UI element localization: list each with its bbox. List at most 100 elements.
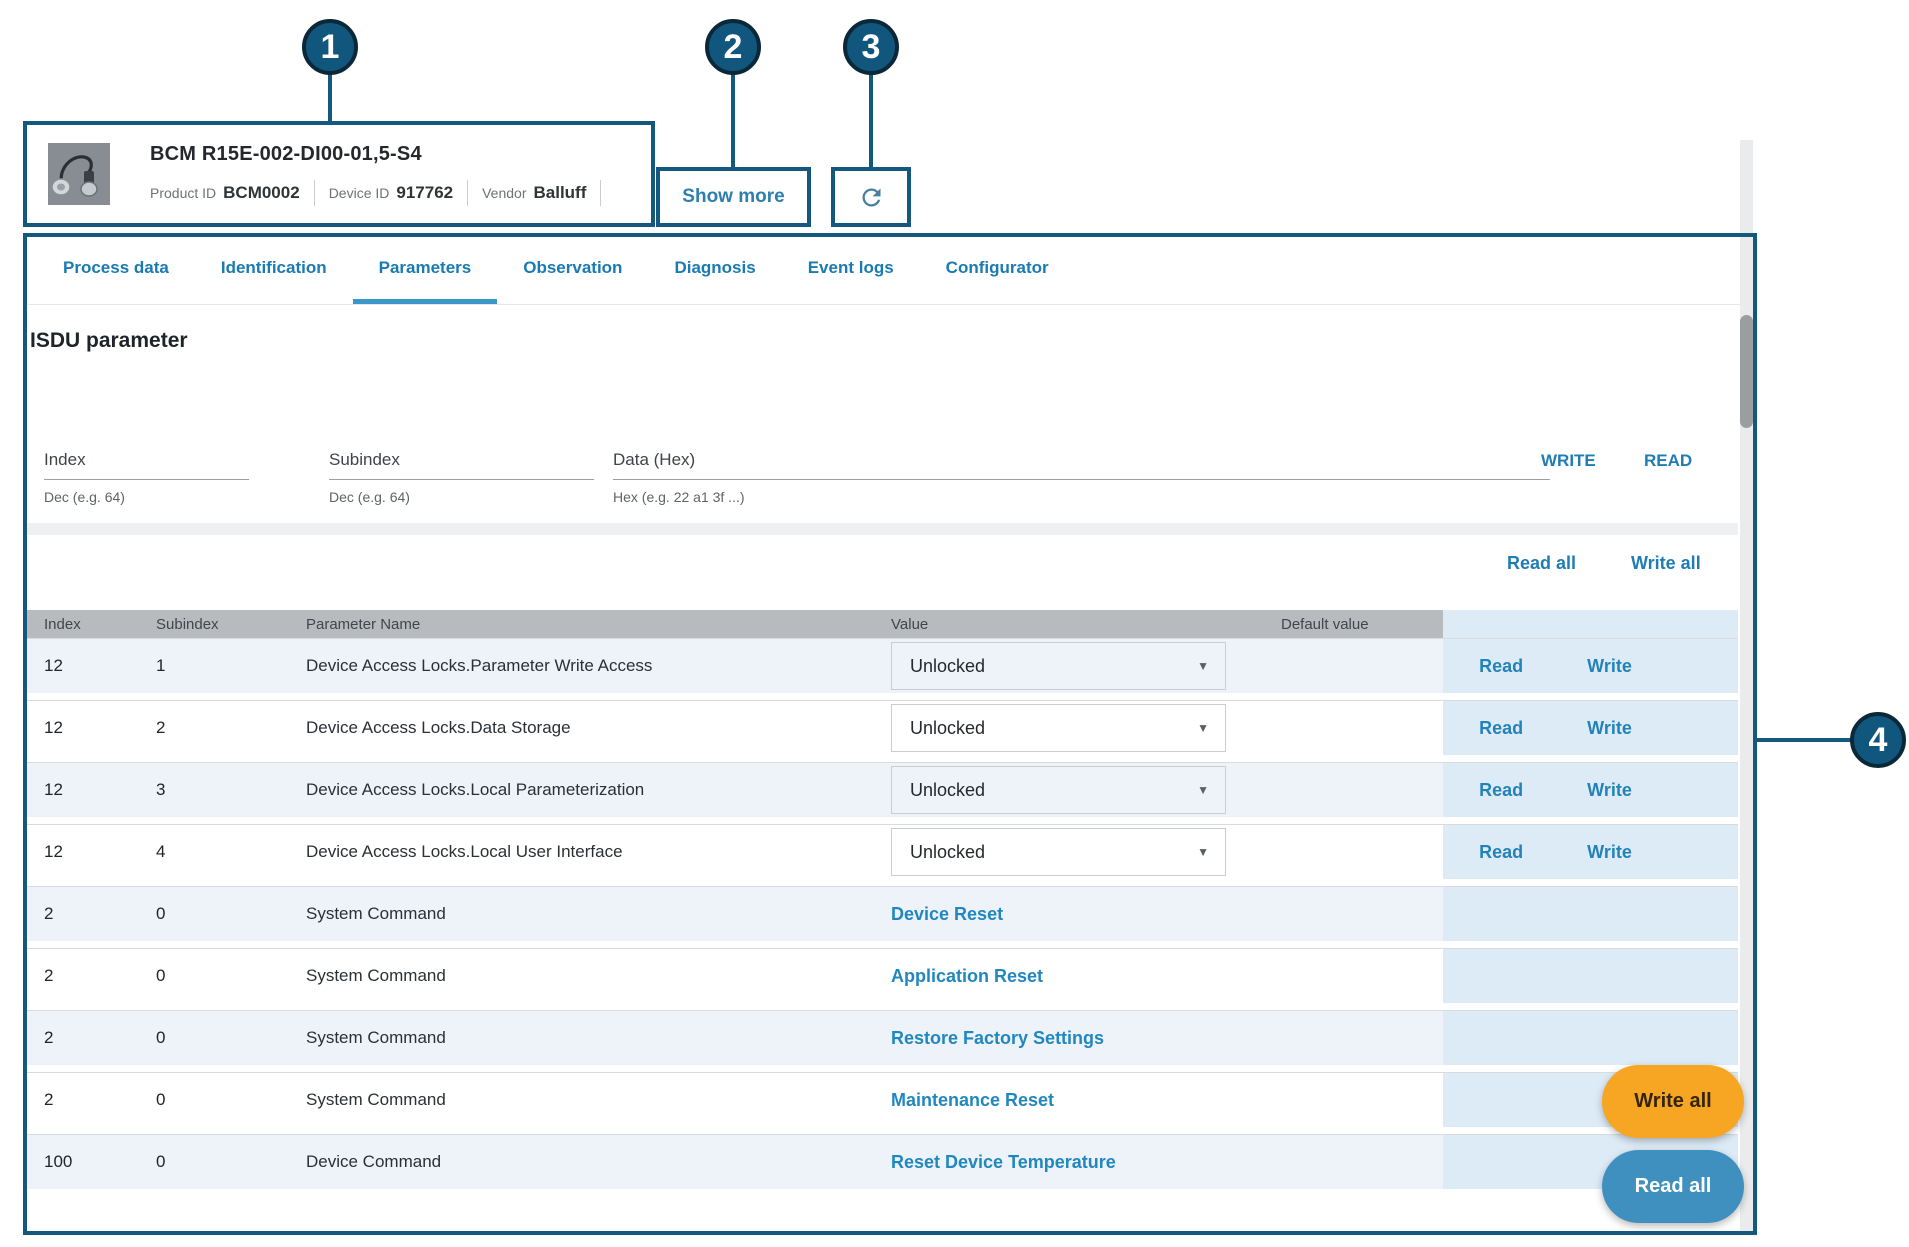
field-hint: Dec (e.g. 64): [329, 489, 594, 505]
product-id-label: Product ID: [150, 185, 216, 201]
table-row: 1000Device CommandReset Device Temperatu…: [26, 1134, 1738, 1189]
device-meta-row: Product ID BCM0002 Device ID 917762 Vend…: [150, 180, 615, 206]
cell-subindex: 0: [156, 1028, 306, 1048]
command-link[interactable]: Reset Device Temperature: [891, 1152, 1281, 1173]
command-link[interactable]: Restore Factory Settings: [891, 1028, 1281, 1049]
cell-index: 12: [26, 780, 156, 800]
tab-process-data[interactable]: Process data: [37, 237, 195, 304]
value-dropdown[interactable]: Unlocked▼: [891, 828, 1226, 876]
cell-value: Application Reset: [891, 966, 1281, 987]
cell-index: 100: [26, 1152, 156, 1172]
cell-parameter-name: System Command: [306, 1090, 891, 1110]
scrollbar-track[interactable]: [1740, 140, 1753, 1233]
command-link[interactable]: Application Reset: [891, 966, 1281, 987]
table-row: 121Device Access Locks.Parameter Write A…: [26, 638, 1738, 693]
value-dropdown-text: Unlocked: [910, 780, 985, 801]
cell-index: 12: [26, 656, 156, 676]
cell-actions: Read Write: [1443, 825, 1738, 879]
row-write-button[interactable]: Write: [1587, 718, 1632, 739]
field-input[interactable]: [613, 479, 1550, 480]
value-dropdown[interactable]: Unlocked ▼: [891, 766, 1226, 814]
row-write-button[interactable]: Write: [1587, 656, 1632, 677]
vendor-label: Vendor: [482, 185, 526, 201]
cell-actions: [1443, 949, 1738, 1003]
device-title: BCM R15E-002-DI00-01,5-S4: [150, 143, 615, 166]
row-write-button[interactable]: Write: [1587, 842, 1632, 863]
show-more-button[interactable]: Show more: [660, 167, 807, 227]
cell-parameter-name: Device Access Locks.Local Parameterizati…: [306, 780, 891, 800]
cell-index: 12: [26, 842, 156, 862]
cell-value: Restore Factory Settings: [891, 1028, 1281, 1049]
command-link[interactable]: Maintenance Reset: [891, 1090, 1281, 1111]
cell-subindex: 0: [156, 966, 306, 986]
table-row: 123Device Access Locks.Local Parameteriz…: [26, 762, 1738, 817]
isdu-field-data-hex-: Data (Hex)Hex (e.g. 22 a1 3f ...): [613, 447, 1550, 505]
read-all-fab[interactable]: Read all: [1602, 1150, 1744, 1223]
isdu-field-index: Index Dec (e.g. 64): [44, 447, 249, 505]
field-input[interactable]: [329, 479, 594, 480]
tab-parameters[interactable]: Parameters: [353, 237, 498, 304]
row-read-button[interactable]: Read: [1479, 718, 1523, 739]
device-photo: [48, 143, 110, 205]
table-body: 121Device Access Locks.Parameter Write A…: [26, 638, 1738, 1189]
row-write-button[interactable]: Write: [1587, 780, 1632, 801]
value-dropdown[interactable]: Unlocked▼: [891, 704, 1226, 752]
cell-subindex: 0: [156, 1090, 306, 1110]
table-row: 122Device Access Locks.Data StorageUnloc…: [26, 700, 1738, 755]
cell-subindex: 0: [156, 904, 306, 924]
column-header-index: Index: [26, 616, 156, 633]
tab-observation[interactable]: Observation: [497, 237, 648, 304]
cell-actions: Read Write: [1443, 763, 1738, 817]
row-read-button[interactable]: Read: [1479, 842, 1523, 863]
row-read-button[interactable]: Read: [1479, 780, 1523, 801]
field-input[interactable]: [44, 479, 249, 480]
cell-index: 12: [26, 718, 156, 738]
cell-subindex: 3: [156, 780, 306, 800]
command-link[interactable]: Device Reset: [891, 904, 1281, 925]
refresh-button[interactable]: [835, 167, 907, 227]
table-row: 20System CommandMaintenance Reset: [26, 1072, 1738, 1127]
tab-identification[interactable]: Identification: [195, 237, 353, 304]
cell-parameter-name: System Command: [306, 1028, 891, 1048]
table-row: 20System CommandDevice Reset: [26, 886, 1738, 941]
field-label: Data (Hex): [613, 447, 1550, 479]
refresh-icon: [858, 184, 885, 211]
column-header-subindex: Subindex: [156, 616, 306, 633]
read-button[interactable]: READ: [1644, 451, 1692, 471]
cell-subindex: 2: [156, 718, 306, 738]
device-id-label: Device ID: [329, 185, 390, 201]
write-all-fab[interactable]: Write all: [1602, 1065, 1744, 1138]
cell-actions: Read Write: [1443, 639, 1738, 693]
cell-parameter-name: Device Access Locks.Parameter Write Acce…: [306, 656, 891, 676]
cell-subindex: 0: [156, 1152, 306, 1172]
field-hint: Dec (e.g. 64): [44, 489, 249, 505]
write-all-link[interactable]: Write all: [1631, 553, 1701, 574]
tab-configurator[interactable]: Configurator: [920, 237, 1075, 304]
tab-event-logs[interactable]: Event logs: [782, 237, 920, 304]
cell-parameter-name: Device Access Locks.Local User Interface: [306, 842, 891, 862]
isdu-field-subindex: Subindex Dec (e.g. 64): [329, 447, 594, 505]
chevron-down-icon: ▼: [1197, 783, 1209, 797]
value-dropdown-text: Unlocked: [910, 718, 985, 739]
cell-value: Device Reset: [891, 904, 1281, 925]
row-read-button[interactable]: Read: [1479, 656, 1523, 677]
cell-value: Unlocked▼: [891, 704, 1281, 752]
field-label: Subindex: [329, 447, 594, 479]
chevron-down-icon: ▼: [1197, 659, 1209, 673]
cell-value: Maintenance Reset: [891, 1090, 1281, 1111]
cell-value: Unlocked▼: [891, 642, 1281, 690]
read-all-link[interactable]: Read all: [1507, 553, 1576, 574]
write-button[interactable]: WRITE: [1541, 451, 1596, 471]
cell-parameter-name: Device Command: [306, 1152, 891, 1172]
scrollbar-thumb[interactable]: [1740, 315, 1753, 428]
field-label: Index: [44, 447, 249, 479]
value-dropdown[interactable]: Unlocked▼: [891, 642, 1226, 690]
product-id-value: BCM0002: [223, 183, 300, 203]
cell-index: 2: [26, 1090, 156, 1110]
cell-index: 2: [26, 966, 156, 986]
tab-diagnosis[interactable]: Diagnosis: [648, 237, 781, 304]
device-id-value: 917762: [396, 183, 453, 203]
callout-badge-2: 2: [705, 19, 761, 75]
cell-subindex: 1: [156, 656, 306, 676]
column-header-parameter-name: Parameter Name: [306, 616, 891, 633]
